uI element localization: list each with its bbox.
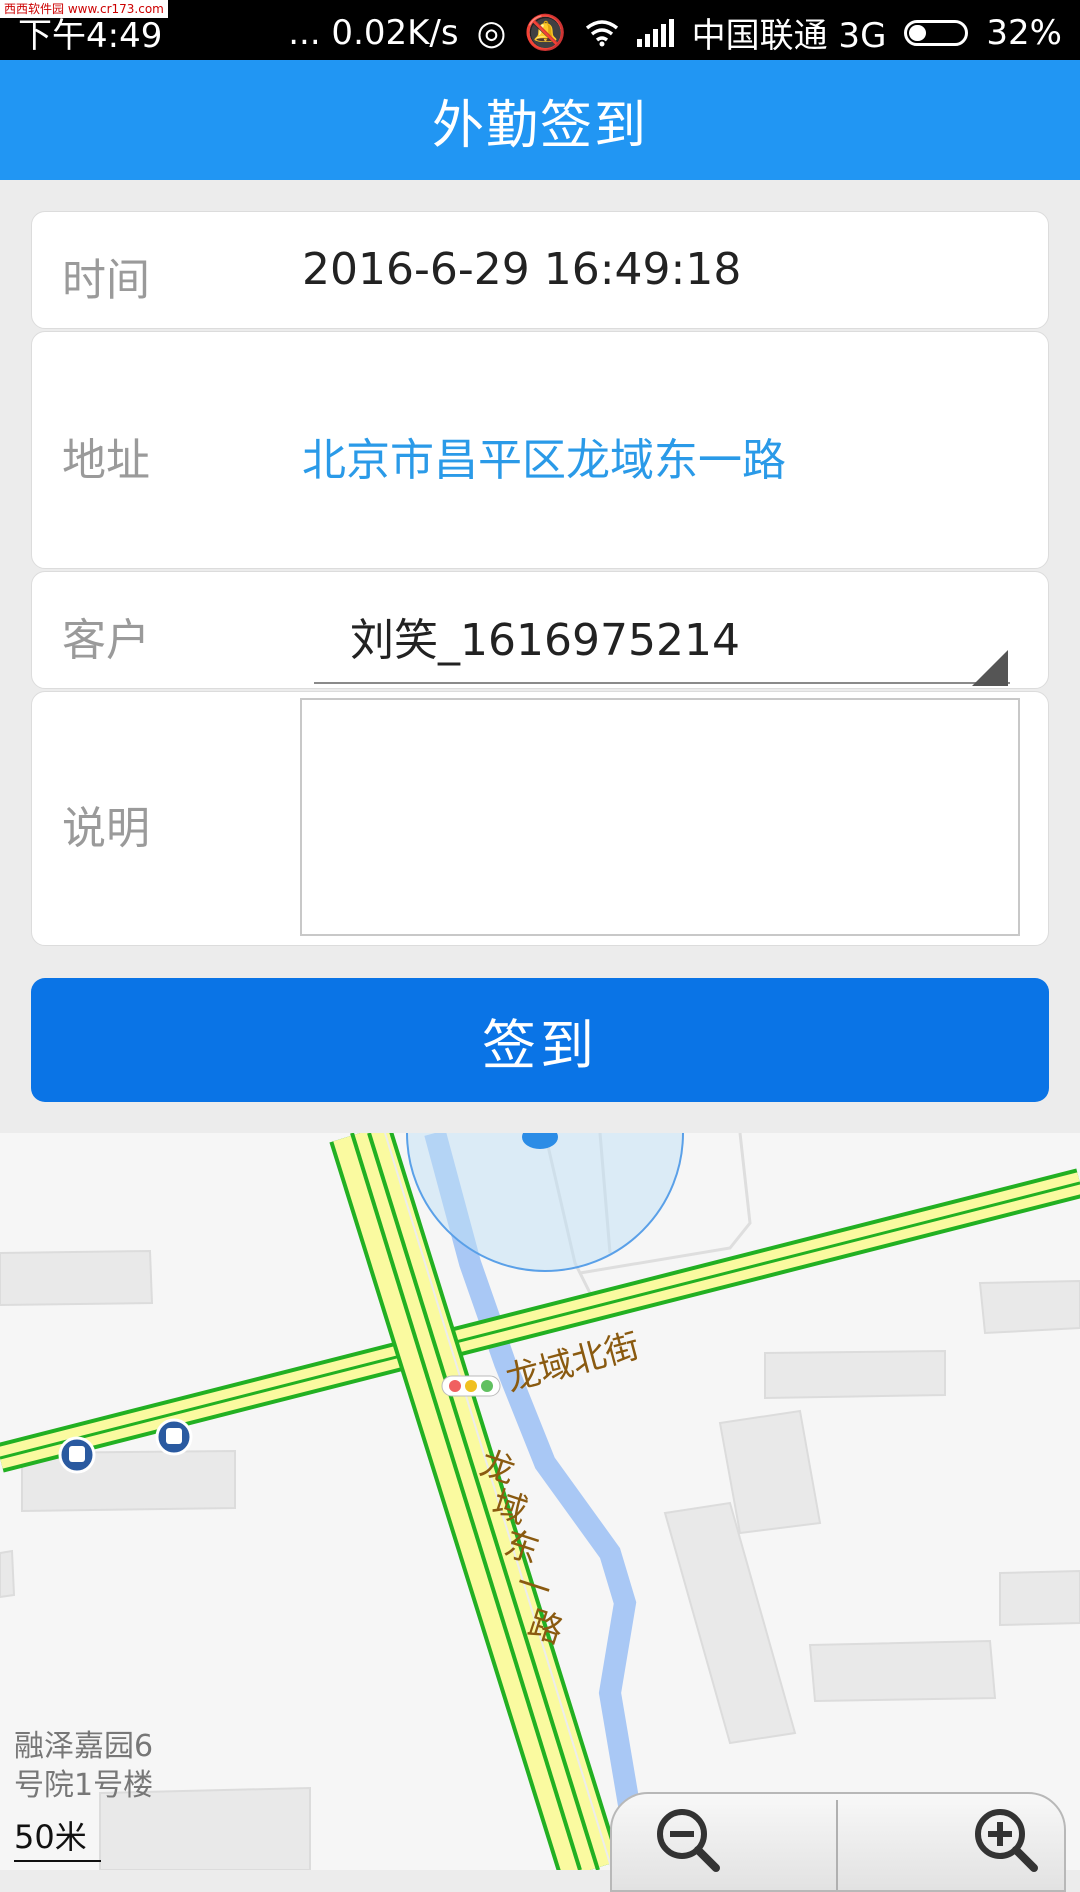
note-textarea[interactable] xyxy=(300,698,1020,936)
note-row: 说明 xyxy=(31,691,1049,946)
zoom-divider xyxy=(836,1800,838,1890)
customer-row: 客户 刘笑_1616975214 xyxy=(31,571,1049,689)
zoom-out-icon[interactable] xyxy=(652,1804,722,1874)
zoom-controls xyxy=(610,1792,1066,1892)
status-bar: 西西软件园 www.cr173.com 下午4:49 ... 0.02K/s ◎… xyxy=(0,0,1080,60)
mute-icon: 🔕 xyxy=(524,12,567,53)
signin-button[interactable]: 签到 xyxy=(31,978,1049,1102)
time-row: 时间 2016-6-29 16:49:18 xyxy=(31,211,1049,329)
address-value[interactable]: 北京市昌平区龙域东一路 xyxy=(302,424,786,488)
address-row: 地址 北京市昌平区龙域东一路 xyxy=(31,331,1049,569)
location-accuracy-circle xyxy=(406,1133,684,1272)
note-label: 说明 xyxy=(62,803,150,854)
building-label-1: 融泽嘉园6 xyxy=(14,1729,153,1764)
hotspot-icon: ◎ xyxy=(476,12,507,53)
time-label: 时间 xyxy=(62,255,150,306)
signin-button-label: 签到 xyxy=(482,1013,598,1077)
building-label-2: 号院1号楼 xyxy=(14,1768,153,1803)
wifi-icon xyxy=(585,19,618,46)
carrier: 中国联通 3G xyxy=(691,16,887,56)
page-title: 外勤签到 xyxy=(431,95,648,156)
net-speed: ... 0.02K/s xyxy=(288,12,459,53)
traffic-light-icon xyxy=(441,1375,501,1397)
time-value: 2016-6-29 16:49:18 xyxy=(302,244,742,295)
bus-stop-icon xyxy=(155,1418,193,1456)
map-view[interactable]: 龙域北街 龙 域 东 一 路 融泽嘉园6 号院1号楼 50米 xyxy=(0,1133,1080,1870)
customer-select[interactable]: 刘笑_1616975214 xyxy=(32,572,1048,688)
battery-percent: 32% xyxy=(986,12,1062,53)
status-time: 下午4:49 xyxy=(18,16,163,56)
customer-value: 刘笑_1616975214 xyxy=(350,615,740,666)
map-canvas: 龙域北街 龙 域 东 一 路 融泽嘉园6 号院1号楼 xyxy=(0,1133,1080,1870)
address-label: 地址 xyxy=(62,435,150,486)
map-scale: 50米 xyxy=(14,1812,101,1862)
battery-icon xyxy=(904,19,969,46)
select-underline xyxy=(314,682,1010,684)
dropdown-triangle-icon xyxy=(972,650,1008,686)
status-right: ... 0.02K/s ◎ 🔕 中国联通 3G 32% xyxy=(288,8,1062,57)
signal-icon xyxy=(636,18,674,47)
bus-stop-icon xyxy=(58,1436,96,1474)
page-header: 外勤签到 xyxy=(0,60,1080,180)
zoom-in-icon[interactable] xyxy=(970,1804,1040,1874)
